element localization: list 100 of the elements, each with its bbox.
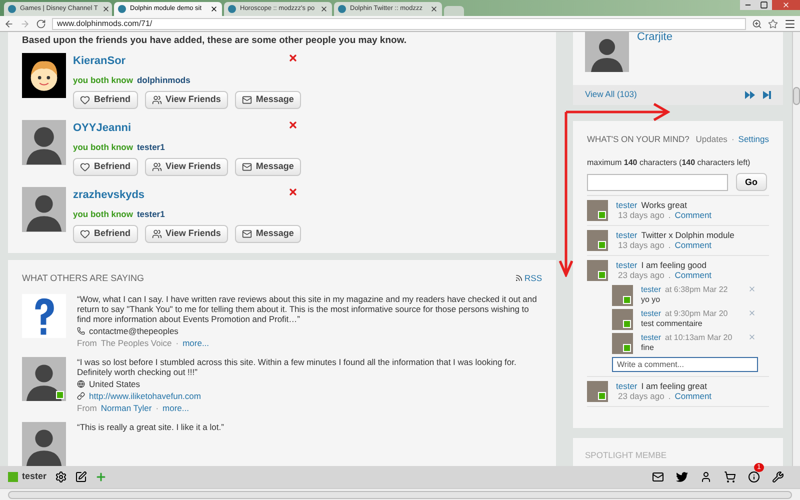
from-label: From: [77, 338, 97, 348]
phone-icon: [77, 327, 85, 335]
action-button[interactable]: Message: [234, 90, 301, 108]
action-button[interactable]: Befriend: [73, 158, 138, 176]
zoom-icon[interactable]: [752, 18, 762, 28]
online-indicator: [598, 241, 606, 250]
heart-icon: [80, 162, 90, 172]
fast-forward-icon[interactable]: [745, 90, 755, 99]
edit-icon[interactable]: [74, 471, 87, 483]
mutual-friend-name[interactable]: dolphinmods: [136, 74, 190, 86]
action-button[interactable]: View Friends: [144, 158, 228, 176]
mutual-friend-name[interactable]: tester1: [136, 208, 165, 220]
skip-to-end-icon[interactable]: [763, 90, 771, 99]
tab-favicon-icon: [8, 5, 16, 13]
comment-link[interactable]: Comment: [674, 270, 712, 280]
section-title: SPOTLIGHT MEMBE: [585, 450, 667, 460]
bird-icon[interactable]: [676, 471, 688, 483]
dismiss-icon[interactable]: [288, 53, 298, 64]
wrench-icon[interactable]: [772, 471, 784, 483]
people-icon: [152, 94, 162, 104]
post-author[interactable]: tester: [616, 381, 638, 392]
post-text: I am feeling good: [641, 260, 706, 270]
status-tab[interactable]: Updates: [696, 132, 728, 146]
comment-author[interactable]: tester: [641, 285, 662, 296]
status-input-field[interactable]: [587, 174, 728, 191]
star-icon[interactable]: [768, 18, 778, 28]
comment-text: fine: [641, 343, 655, 354]
person-name[interactable]: zrazhevskyds: [73, 187, 145, 204]
menu-icon[interactable]: [784, 18, 796, 30]
close-icon[interactable]: [430, 5, 438, 13]
member-name[interactable]: Crarjite: [637, 32, 672, 85]
testimonial-quote: “This is really a great site. I like it a lot.”: [77, 422, 224, 432]
person-icon[interactable]: [700, 471, 712, 483]
comment-author[interactable]: tester: [641, 333, 662, 344]
comment-link[interactable]: Comment: [674, 240, 712, 250]
comment-time: at 10:13am Mar 20: [665, 333, 732, 344]
mail-icon[interactable]: [652, 471, 664, 483]
testimonial-quote: “I was so lost before I stumbled across this site. Within a few minutes I found all the information that I was looking for. Definitely worth checking out !!!”: [77, 357, 518, 377]
post-author[interactable]: tester: [616, 200, 638, 210]
info-icon[interactable]: [748, 471, 760, 483]
action-button[interactable]: Befriend: [73, 224, 138, 242]
action-button[interactable]: Befriend: [73, 90, 138, 108]
comment-text: test commentaire: [641, 319, 704, 330]
reload-icon[interactable]: [36, 18, 46, 28]
back-icon[interactable]: [4, 18, 14, 28]
close-icon[interactable]: [102, 5, 110, 13]
post-author[interactable]: tester: [616, 230, 638, 240]
separator-dot: .: [668, 391, 671, 402]
comment-text: yo yo: [641, 295, 662, 306]
tab-favicon-icon: [228, 5, 236, 13]
tab-favicon-icon: [118, 5, 126, 13]
action-button[interactable]: Message: [234, 224, 301, 242]
vertical-scrollbar[interactable]: [792, 32, 800, 466]
character-limit: maximum 140 characters (140 characters left): [587, 157, 752, 170]
address-field[interactable]: www.dolphinmods.com/71/: [52, 18, 746, 30]
close-icon[interactable]: [210, 5, 218, 13]
people-icon: [152, 162, 162, 172]
contact-detail: United States: [89, 379, 140, 389]
globe-icon: [77, 380, 85, 388]
minimize-button[interactable]: [740, 0, 756, 10]
action-button[interactable]: Message: [234, 158, 301, 176]
comment-author[interactable]: tester: [641, 309, 662, 320]
more-link[interactable]: more...: [182, 338, 210, 348]
close-icon[interactable]: [320, 5, 328, 13]
view-all-link[interactable]: View All (103): [585, 88, 637, 101]
dismiss-icon[interactable]: [288, 187, 298, 198]
rss-link[interactable]: RSS: [514, 272, 542, 285]
separator-dot: ·: [731, 132, 734, 146]
person-name[interactable]: OYYJeanni: [73, 120, 132, 137]
dismiss-icon[interactable]: [288, 120, 298, 130]
website-link[interactable]: http://www.iliketohavefun.com: [89, 391, 201, 401]
comment-link[interactable]: Comment: [674, 391, 712, 402]
silhouette-avatar: [22, 120, 66, 166]
person-name[interactable]: KieranSor: [73, 53, 126, 70]
envelope-icon: [242, 94, 252, 104]
comment-link[interactable]: Comment: [674, 210, 712, 220]
settings-icon[interactable]: [54, 471, 67, 483]
go-button[interactable]: Go: [736, 173, 766, 192]
comment-input-field[interactable]: Write a comment...: [612, 357, 758, 372]
separator-dot: .: [668, 210, 671, 220]
toolbar-username[interactable]: tester: [22, 470, 47, 484]
online-indicator: [623, 320, 631, 328]
mutual-friend-name[interactable]: tester1: [136, 140, 165, 154]
source-name[interactable]: Norman Tyler: [100, 403, 152, 413]
more-link[interactable]: more...: [162, 403, 189, 413]
horizontal-scrollbar[interactable]: [0, 488, 800, 500]
cart-icon[interactable]: [724, 471, 736, 483]
post-time: 23 days ago: [618, 270, 664, 280]
suggestions-intro: Based upon the friends you have added, these are some other people you may know.: [22, 34, 408, 48]
post-author[interactable]: tester: [616, 260, 638, 270]
comment-time: at 9:30pm Mar 20: [665, 309, 728, 320]
status-tab[interactable]: Settings: [738, 132, 769, 146]
separator-dot: .: [668, 270, 671, 280]
maximize-button[interactable]: [756, 0, 772, 10]
action-button[interactable]: View Friends: [144, 224, 228, 242]
envelope-icon: [242, 228, 252, 238]
action-button[interactable]: View Friends: [144, 90, 228, 108]
section-title: WHAT'S ON YOUR MIND?: [587, 132, 690, 146]
link-icon: [77, 392, 85, 400]
separator-dot: .: [668, 240, 671, 250]
